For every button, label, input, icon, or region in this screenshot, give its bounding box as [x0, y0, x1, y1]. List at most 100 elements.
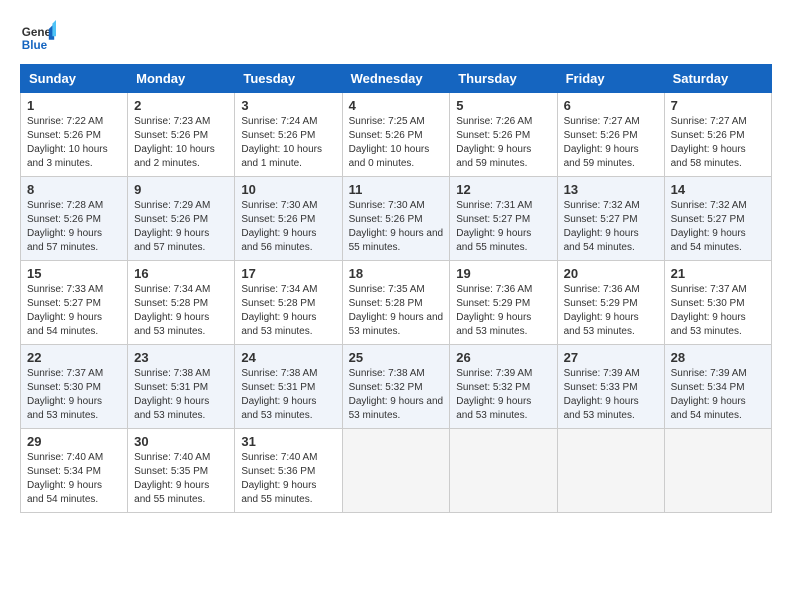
day-number: 16 — [134, 266, 228, 281]
day-number: 13 — [564, 182, 658, 197]
day-info: Sunrise: 7:39 AM Sunset: 5:33 PM Dayligh… — [564, 367, 658, 423]
calendar-cell: 30 Sunrise: 7:40 AM Sunset: 5:35 PM Dayli… — [128, 429, 235, 513]
day-number: 12 — [456, 182, 550, 197]
calendar-cell: 19 Sunrise: 7:36 AM Sunset: 5:29 PM Dayli… — [450, 261, 557, 345]
day-info: Sunrise: 7:40 AM Sunset: 5:34 PM Dayligh… — [27, 451, 121, 507]
day-number: 27 — [564, 350, 658, 365]
day-info: Sunrise: 7:30 AM Sunset: 5:26 PM Dayligh… — [349, 199, 444, 255]
day-info: Sunrise: 7:37 AM Sunset: 5:30 PM Dayligh… — [671, 283, 765, 339]
day-number: 31 — [241, 434, 335, 449]
day-info: Sunrise: 7:38 AM Sunset: 5:31 PM Dayligh… — [134, 367, 228, 423]
day-number: 25 — [349, 350, 444, 365]
day-info: Sunrise: 7:31 AM Sunset: 5:27 PM Dayligh… — [456, 199, 550, 255]
day-info: Sunrise: 7:27 AM Sunset: 5:26 PM Dayligh… — [671, 115, 765, 171]
calendar-cell: 6 Sunrise: 7:27 AM Sunset: 5:26 PM Daylig… — [557, 93, 664, 177]
day-number: 20 — [564, 266, 658, 281]
day-number: 17 — [241, 266, 335, 281]
calendar-cell: 23 Sunrise: 7:38 AM Sunset: 5:31 PM Dayli… — [128, 345, 235, 429]
calendar-cell: 22 Sunrise: 7:37 AM Sunset: 5:30 PM Dayli… — [21, 345, 128, 429]
calendar-cell — [450, 429, 557, 513]
calendar-cell — [342, 429, 450, 513]
day-number: 30 — [134, 434, 228, 449]
day-number: 6 — [564, 98, 658, 113]
calendar-cell: 10 Sunrise: 7:30 AM Sunset: 5:26 PM Dayli… — [235, 177, 342, 261]
calendar-week-4: 29 Sunrise: 7:40 AM Sunset: 5:34 PM Dayli… — [21, 429, 772, 513]
calendar-cell: 24 Sunrise: 7:38 AM Sunset: 5:31 PM Dayli… — [235, 345, 342, 429]
day-number: 3 — [241, 98, 335, 113]
day-number: 9 — [134, 182, 228, 197]
day-number: 2 — [134, 98, 228, 113]
calendar-cell: 20 Sunrise: 7:36 AM Sunset: 5:29 PM Dayli… — [557, 261, 664, 345]
day-number: 4 — [349, 98, 444, 113]
calendar-week-2: 15 Sunrise: 7:33 AM Sunset: 5:27 PM Dayli… — [21, 261, 772, 345]
calendar-cell: 26Sunrise: 7:39 AM Sunset: 5:32 PM Dayli… — [450, 345, 557, 429]
header-monday: Monday — [128, 65, 235, 93]
calendar-cell: 27 Sunrise: 7:39 AM Sunset: 5:33 PM Dayli… — [557, 345, 664, 429]
calendar-cell: 5 Sunrise: 7:26 AM Sunset: 5:26 PM Daylig… — [450, 93, 557, 177]
day-info: Sunrise: 7:36 AM Sunset: 5:29 PM Dayligh… — [456, 283, 550, 339]
svg-text:Blue: Blue — [22, 39, 48, 52]
day-number: 21 — [671, 266, 765, 281]
day-number: 29 — [27, 434, 121, 449]
day-info: Sunrise: 7:33 AM Sunset: 5:27 PM Dayligh… — [27, 283, 121, 339]
header-saturday: Saturday — [664, 65, 771, 93]
calendar-cell: 18Sunrise: 7:35 AM Sunset: 5:28 PM Dayli… — [342, 261, 450, 345]
day-info: Sunrise: 7:23 AM Sunset: 5:26 PM Dayligh… — [134, 115, 228, 171]
calendar-cell: 9 Sunrise: 7:29 AM Sunset: 5:26 PM Daylig… — [128, 177, 235, 261]
calendar-cell: 3 Sunrise: 7:24 AM Sunset: 5:26 PM Daylig… — [235, 93, 342, 177]
day-info: Sunrise: 7:35 AM Sunset: 5:28 PM Dayligh… — [349, 283, 444, 339]
day-number: 22 — [27, 350, 121, 365]
day-number: 28 — [671, 350, 765, 365]
calendar-cell: 17 Sunrise: 7:34 AM Sunset: 5:28 PM Dayli… — [235, 261, 342, 345]
header-sunday: Sunday — [21, 65, 128, 93]
day-number: 15 — [27, 266, 121, 281]
day-info: Sunrise: 7:25 AM Sunset: 5:26 PM Dayligh… — [349, 115, 444, 171]
logo: General Blue — [20, 20, 56, 56]
day-info: Sunrise: 7:26 AM Sunset: 5:26 PM Dayligh… — [456, 115, 550, 171]
calendar-cell: 29 Sunrise: 7:40 AM Sunset: 5:34 PM Dayli… — [21, 429, 128, 513]
day-info: Sunrise: 7:22 AM Sunset: 5:26 PM Dayligh… — [27, 115, 121, 171]
day-number: 8 — [27, 182, 121, 197]
day-info: Sunrise: 7:32 AM Sunset: 5:27 PM Dayligh… — [671, 199, 765, 255]
calendar-week-0: 1 Sunrise: 7:22 AM Sunset: 5:26 PM Daylig… — [21, 93, 772, 177]
page-header: General Blue — [20, 20, 772, 56]
day-info: Sunrise: 7:36 AM Sunset: 5:29 PM Dayligh… — [564, 283, 658, 339]
calendar-cell: 28Sunrise: 7:39 AM Sunset: 5:34 PM Dayli… — [664, 345, 771, 429]
calendar-cell: 15 Sunrise: 7:33 AM Sunset: 5:27 PM Dayli… — [21, 261, 128, 345]
calendar-cell: 7 Sunrise: 7:27 AM Sunset: 5:26 PM Daylig… — [664, 93, 771, 177]
calendar-cell: 16Sunrise: 7:34 AM Sunset: 5:28 PM Dayli… — [128, 261, 235, 345]
header-wednesday: Wednesday — [342, 65, 450, 93]
day-info: Sunrise: 7:24 AM Sunset: 5:26 PM Dayligh… — [241, 115, 335, 171]
calendar-cell: 4 Sunrise: 7:25 AM Sunset: 5:26 PM Daylig… — [342, 93, 450, 177]
calendar-cell: 13Sunrise: 7:32 AM Sunset: 5:27 PM Dayli… — [557, 177, 664, 261]
header-thursday: Thursday — [450, 65, 557, 93]
calendar-cell: 12 Sunrise: 7:31 AM Sunset: 5:27 PM Dayli… — [450, 177, 557, 261]
day-info: Sunrise: 7:29 AM Sunset: 5:26 PM Dayligh… — [134, 199, 228, 255]
day-number: 14 — [671, 182, 765, 197]
day-number: 1 — [27, 98, 121, 113]
calendar-cell: 2 Sunrise: 7:23 AM Sunset: 5:26 PM Daylig… — [128, 93, 235, 177]
day-info: Sunrise: 7:38 AM Sunset: 5:31 PM Dayligh… — [241, 367, 335, 423]
day-info: Sunrise: 7:30 AM Sunset: 5:26 PM Dayligh… — [241, 199, 335, 255]
day-number: 24 — [241, 350, 335, 365]
calendar-table: SundayMondayTuesdayWednesdayThursdayFrid… — [20, 64, 772, 513]
calendar-cell: 25 Sunrise: 7:38 AM Sunset: 5:32 PM Dayli… — [342, 345, 450, 429]
day-info: Sunrise: 7:40 AM Sunset: 5:36 PM Dayligh… — [241, 451, 335, 507]
day-number: 5 — [456, 98, 550, 113]
day-info: Sunrise: 7:28 AM Sunset: 5:26 PM Dayligh… — [27, 199, 121, 255]
calendar-cell: 31 Sunrise: 7:40 AM Sunset: 5:36 PM Dayli… — [235, 429, 342, 513]
day-info: Sunrise: 7:40 AM Sunset: 5:35 PM Dayligh… — [134, 451, 228, 507]
calendar-cell — [557, 429, 664, 513]
day-info: Sunrise: 7:34 AM Sunset: 5:28 PM Dayligh… — [241, 283, 335, 339]
day-number: 10 — [241, 182, 335, 197]
day-number: 11 — [349, 182, 444, 197]
day-number: 23 — [134, 350, 228, 365]
calendar-header-row: SundayMondayTuesdayWednesdayThursdayFrid… — [21, 65, 772, 93]
day-info: Sunrise: 7:37 AM Sunset: 5:30 PM Dayligh… — [27, 367, 121, 423]
calendar-cell: 8 Sunrise: 7:28 AM Sunset: 5:26 PM Daylig… — [21, 177, 128, 261]
day-info: Sunrise: 7:38 AM Sunset: 5:32 PM Dayligh… — [349, 367, 444, 423]
day-number: 19 — [456, 266, 550, 281]
day-info: Sunrise: 7:27 AM Sunset: 5:26 PM Dayligh… — [564, 115, 658, 171]
day-number: 7 — [671, 98, 765, 113]
calendar-week-3: 22 Sunrise: 7:37 AM Sunset: 5:30 PM Dayli… — [21, 345, 772, 429]
